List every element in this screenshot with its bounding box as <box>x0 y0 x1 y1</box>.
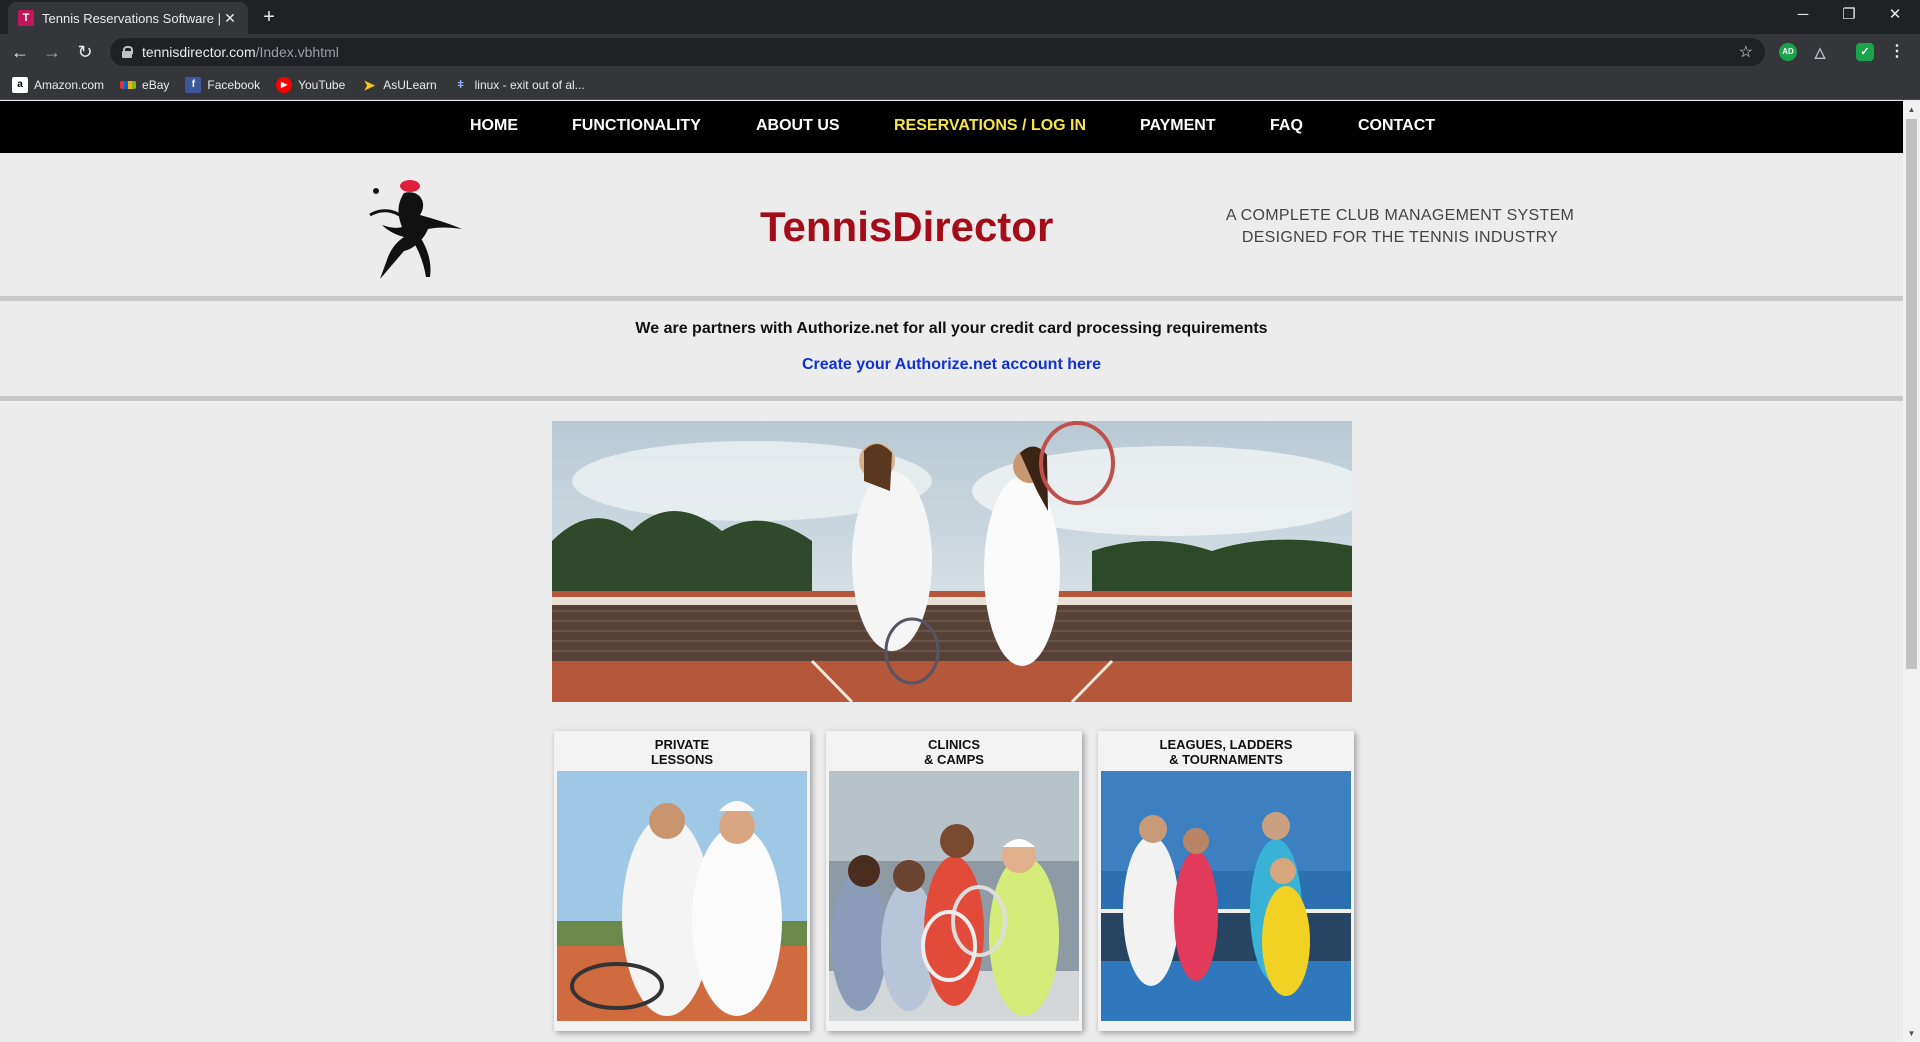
facebook-icon: f <box>185 76 202 93</box>
card-title-line2: & CAMPS <box>924 752 984 767</box>
bookmark-label: eBay <box>142 77 170 92</box>
browser-tab[interactable]: T Tennis Reservations Software | On ✕ <box>8 2 248 34</box>
card-private-lessons[interactable]: PRIVATE LESSONS <box>554 731 810 1031</box>
tagline: A COMPLETE CLUB MANAGEMENT SYSTEM DESIGN… <box>1180 205 1620 249</box>
clinics-camps-image <box>829 771 1079 1021</box>
card-clinics-camps[interactable]: CLINICS & CAMPS <box>826 731 1082 1031</box>
minimize-icon[interactable]: ─ <box>1780 0 1826 34</box>
bookmark-label: YouTube <box>298 77 346 92</box>
bookmark-star-icon[interactable]: ☆ <box>1739 42 1753 62</box>
page-scrollbar[interactable]: ▲ ▼ <box>1903 101 1920 1042</box>
bookmark-label: Facebook <box>207 77 261 92</box>
bookmark-item[interactable]: ǂ linux - exit out of al... <box>453 77 585 93</box>
bookmark-label: Amazon.com <box>34 77 105 92</box>
nav-faq[interactable]: FAQ <box>1270 117 1303 135</box>
restore-icon[interactable]: ❐ <box>1826 0 1872 34</box>
bookmark-item[interactable]: a Amazon.com <box>12 76 105 93</box>
bookmark-item[interactable]: ➤ AsULearn <box>361 77 436 93</box>
nav-contact[interactable]: CONTACT <box>1358 117 1435 135</box>
site-header: TennisDirector A COMPLETE CLUB MANAGEMEN… <box>0 153 1903 298</box>
card-title-line2: & TOURNAMENTS <box>1169 752 1283 767</box>
close-window-icon[interactable]: ✕ <box>1872 0 1918 34</box>
ebay-icon <box>120 80 137 89</box>
partner-text: We are partners with Authorize.net for a… <box>635 320 1268 337</box>
menu-kebab-icon[interactable]: ⋮ <box>1888 43 1906 61</box>
bookmarks-bar: a Amazon.com eBay f Facebook ▶ YouTube ➤… <box>0 70 1920 100</box>
address-bar[interactable]: tennisdirector.com/Index.vbhtml ☆ <box>110 38 1765 66</box>
private-lessons-image <box>557 771 807 1021</box>
forward-arrow-icon[interactable]: → <box>40 40 64 64</box>
card-title: LEAGUES, LADDERS & TOURNAMENTS <box>1098 731 1354 771</box>
card-title-line1: CLINICS <box>928 737 980 752</box>
bookmark-label: linux - exit out of al... <box>474 77 585 92</box>
nav-reservations-login[interactable]: RESERVATIONS / LOG IN <box>894 117 1086 135</box>
tagline-line1: A COMPLETE CLUB MANAGEMENT SYSTEM <box>1225 207 1575 224</box>
lock-icon <box>122 46 133 58</box>
card-title-line1: LEAGUES, LADDERS <box>1159 737 1293 752</box>
divider <box>0 296 1903 301</box>
new-tab-button[interactable]: + <box>258 6 280 28</box>
youtube-icon: ▶ <box>276 76 293 93</box>
adblock-extension-icon[interactable]: AD <box>1779 43 1797 61</box>
page-viewport: HOME FUNCTIONALITY ABOUT US RESERVATIONS… <box>0 101 1920 1042</box>
leagues-tournaments-image <box>1101 771 1351 1021</box>
reload-icon[interactable]: ↻ <box>73 40 97 64</box>
card-title-line1: PRIVATE <box>654 737 710 752</box>
site-navigation: HOME FUNCTIONALITY ABOUT US RESERVATIONS… <box>0 101 1903 153</box>
brand-title: TennisDirector <box>760 203 1054 250</box>
tab-title: Tennis Reservations Software | On <box>42 10 222 26</box>
browser-tab-strip: T Tennis Reservations Software | On ✕ + … <box>0 0 1920 34</box>
asulearn-icon: ➤ <box>363 76 376 93</box>
card-title: PRIVATE LESSONS <box>554 731 810 771</box>
tagline-line2: DESIGNED FOR THE TENNIS INDUSTRY <box>1241 229 1559 246</box>
bookmark-item[interactable]: f Facebook <box>185 76 261 93</box>
amazon-icon: a <box>12 76 28 93</box>
site-favicon-icon: T <box>18 10 34 26</box>
card-title-line2: LESSONS <box>650 752 714 767</box>
back-arrow-icon[interactable]: ← <box>8 40 32 64</box>
shield-extension-icon[interactable]: ✓ <box>1856 43 1874 61</box>
drive-extension-icon[interactable]: △ <box>1811 43 1829 61</box>
scroll-up-arrow-icon[interactable]: ▲ <box>1903 101 1920 118</box>
nav-about-us[interactable]: ABOUT US <box>756 117 840 135</box>
linux-icon: ǂ <box>457 78 464 91</box>
bookmark-item[interactable]: ▶ YouTube <box>276 76 346 93</box>
tab-close-icon[interactable]: ✕ <box>222 10 238 27</box>
tennis-player-logo[interactable] <box>368 177 468 281</box>
bookmark-label: AsULearn <box>383 77 437 92</box>
scroll-down-arrow-icon[interactable]: ▼ <box>1903 1025 1920 1042</box>
browser-toolbar: ← → ↻ tennisdirector.com/Index.vbhtml ☆ … <box>0 34 1920 70</box>
bookmark-item[interactable]: eBay <box>120 78 169 92</box>
nav-functionality[interactable]: FUNCTIONALITY <box>572 117 701 135</box>
card-leagues-ladders-tournaments[interactable]: LEAGUES, LADDERS & TOURNAMENTS <box>1098 731 1354 1031</box>
hero-image <box>552 421 1352 702</box>
card-title: CLINICS & CAMPS <box>826 731 1082 771</box>
nav-home[interactable]: HOME <box>470 117 518 135</box>
url-path: /Index.vbhtml <box>255 44 339 60</box>
authorize-net-link[interactable]: Create your Authorize.net account here <box>0 356 1903 374</box>
divider <box>0 396 1903 401</box>
scrollbar-thumb[interactable] <box>1906 119 1917 669</box>
nav-payment[interactable]: PAYMENT <box>1140 117 1216 135</box>
url-host: tennisdirector.com <box>142 44 256 60</box>
